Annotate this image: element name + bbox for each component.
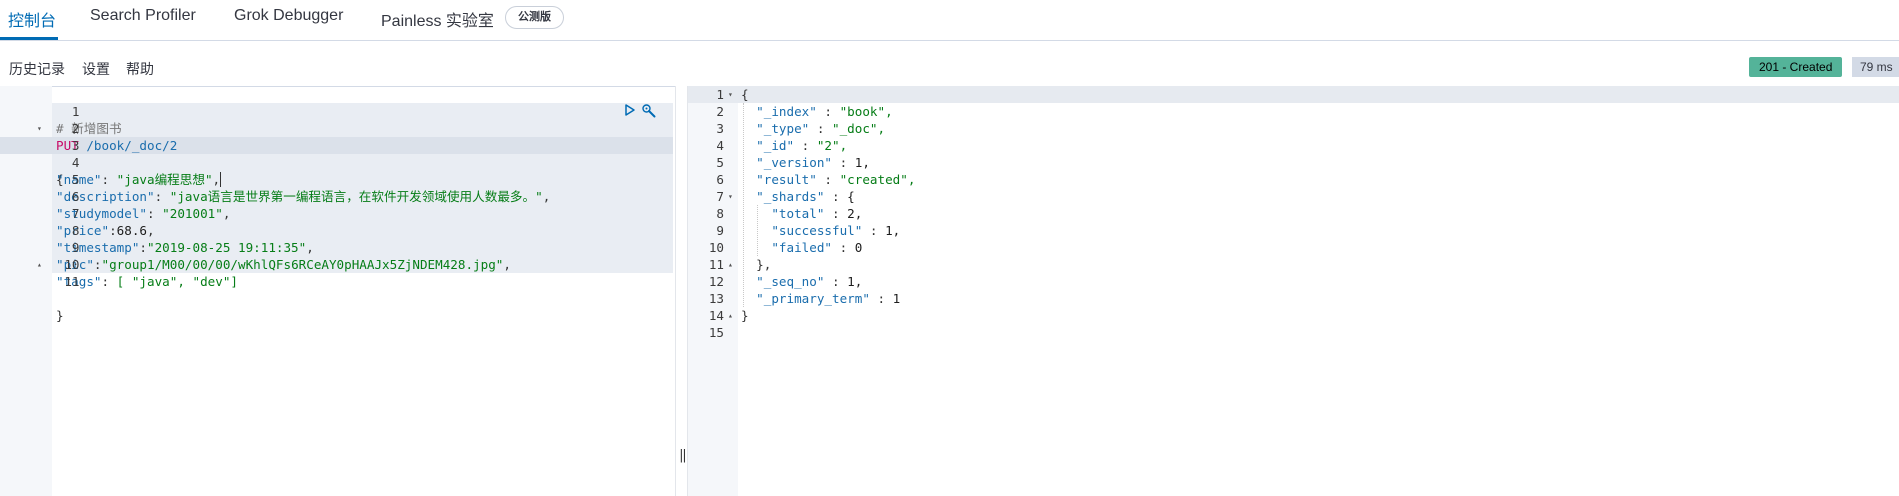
code-line: 14 ▴} bbox=[688, 307, 1899, 324]
code-line: 6 "studymodel": "201001", bbox=[0, 171, 675, 221]
code-line: 4 "_id" : "2", bbox=[688, 137, 1899, 154]
response-line: "failed" : 0 bbox=[771, 240, 863, 255]
line-number: 1 bbox=[716, 87, 724, 102]
line-number: 5 bbox=[716, 155, 724, 170]
line-number: 7 bbox=[716, 189, 724, 204]
line-number: 10 bbox=[708, 240, 724, 255]
help-link[interactable]: 帮助 bbox=[126, 59, 154, 79]
response-viewer[interactable]: 1 ▾{2 "_index" : "book", 3 "_type" : "_doc… bbox=[688, 86, 1899, 496]
fold-toggle-icon[interactable]: ▴ bbox=[728, 307, 733, 324]
code-line: 6 "result" : "created", bbox=[688, 171, 1899, 188]
tab-search-profiler[interactable]: Search Profiler bbox=[90, 7, 196, 25]
response-time-badge: 79 ms bbox=[1852, 57, 1899, 77]
code-line: 8 "total" : 2, bbox=[688, 205, 1899, 222]
field-value: [ "java", "dev"] bbox=[116, 274, 238, 289]
code-line: 11 ▴ }, bbox=[688, 256, 1899, 273]
response-line: "_seq_no" : 1, bbox=[756, 274, 863, 289]
code-line: 13 "_primary_term" : 1 bbox=[688, 290, 1899, 307]
code-line: 8 "timestamp":"2019-08-25 19:11:35", bbox=[0, 205, 675, 255]
code-line: 3 "_type" : "_doc", bbox=[688, 120, 1899, 137]
fold-toggle-icon[interactable]: ▴ bbox=[728, 256, 733, 273]
code-line: 7 ▾ "_shards" : { bbox=[688, 188, 1899, 205]
line-number: 15 bbox=[708, 325, 724, 340]
request-editor[interactable]: 1 # 新增图书 2 PUT /book/_doc/2 3 ▾ { 4 "nam… bbox=[0, 86, 675, 496]
wrench-icon[interactable] bbox=[641, 103, 657, 119]
body-close-brace: } bbox=[56, 308, 64, 323]
code-line: 9 "successful" : 1, bbox=[688, 222, 1899, 239]
tab-grok-debugger[interactable]: Grok Debugger bbox=[234, 7, 343, 25]
fold-toggle-icon[interactable]: ▴ bbox=[37, 256, 42, 273]
line-number: 4 bbox=[716, 138, 724, 153]
code-line: 7 "price":68.6, bbox=[0, 188, 675, 238]
response-line: "_index" : "book", bbox=[756, 104, 893, 119]
play-icon[interactable] bbox=[623, 103, 639, 119]
line-number: 8 bbox=[716, 206, 724, 221]
line-number: 14 bbox=[708, 308, 724, 323]
line-number: 11 bbox=[708, 257, 724, 272]
code-line: 10 "tags": [ "java", "dev"] bbox=[0, 239, 675, 289]
code-line: 5 "_version" : 1, bbox=[688, 154, 1899, 171]
code-line: 5 "description": "java语言是世界第一编程语言，在软件开发领… bbox=[0, 154, 675, 204]
line-number: 11 bbox=[64, 274, 80, 289]
code-line: 9 "pic":"group1/M00/00/00/wKhlQFs6RCeAY0… bbox=[0, 222, 675, 272]
response-line: "_primary_term" : 1 bbox=[756, 291, 901, 306]
fold-toggle-icon[interactable]: ▾ bbox=[728, 86, 733, 103]
request-code[interactable]: 1 # 新增图书 2 PUT /book/_doc/2 3 ▾ { 4 "nam… bbox=[0, 86, 675, 496]
code-line: 4 "name": "java编程思想",​ bbox=[0, 137, 675, 187]
panel-splitter[interactable]: ‖ bbox=[675, 86, 688, 496]
vertical-resize-handle[interactable]: ‖ bbox=[679, 448, 687, 463]
response-line: "_id" : "2", bbox=[756, 138, 848, 153]
beta-badge: 公测版 bbox=[505, 6, 564, 29]
tab-console[interactable]: 控制台 bbox=[8, 7, 56, 31]
response-line: "_shards" : { bbox=[756, 189, 855, 204]
response-line: }, bbox=[741, 257, 772, 272]
code-line: 2 "_index" : "book", bbox=[688, 103, 1899, 120]
response-status-badge: 201 - Created bbox=[1749, 57, 1843, 77]
code-line: 15 bbox=[688, 324, 1899, 341]
fold-toggle-icon[interactable]: ▾ bbox=[37, 120, 42, 137]
response-line: "successful" : 1, bbox=[771, 223, 901, 238]
active-tab-indicator bbox=[0, 37, 58, 40]
app-tabs: 控制台 Search Profiler Grok Debugger Painle… bbox=[0, 0, 1899, 41]
response-code[interactable]: 1 ▾{2 "_index" : "book", 3 "_type" : "_doc… bbox=[688, 86, 1899, 496]
line-number: 2 bbox=[716, 104, 724, 119]
response-line: "result" : "created", bbox=[756, 172, 916, 187]
code-line: 10 "failed" : 0 bbox=[688, 239, 1899, 256]
tab-painless-lab[interactable]: Painless 实验室 bbox=[381, 7, 494, 31]
response-line: "total" : 2, bbox=[771, 206, 863, 221]
response-line: "_type" : "_doc", bbox=[756, 121, 886, 136]
console-toolbar: 历史记录 设置 帮助 bbox=[0, 41, 1899, 87]
code-line: 1 ▾ { bbox=[688, 86, 1899, 103]
code-line: 11 ▴ } bbox=[0, 256, 675, 323]
response-line: } bbox=[741, 308, 749, 323]
line-number: 13 bbox=[708, 291, 724, 306]
response-line: { bbox=[741, 87, 749, 102]
code-line: 12 "_seq_no" : 1, bbox=[688, 273, 1899, 290]
history-link[interactable]: 历史记录 bbox=[9, 59, 65, 79]
line-number: 6 bbox=[716, 172, 724, 187]
code-line: 1 # 新增图书 bbox=[0, 86, 675, 136]
settings-link[interactable]: 设置 bbox=[82, 59, 110, 79]
line-number: 12 bbox=[708, 274, 724, 289]
response-line: "_version" : 1, bbox=[756, 155, 870, 170]
fold-toggle-icon[interactable]: ▾ bbox=[728, 188, 733, 205]
code-line: 3 ▾ { bbox=[0, 120, 675, 187]
line-number: 3 bbox=[716, 121, 724, 136]
code-line: 2 PUT /book/_doc/2 bbox=[0, 103, 675, 153]
line-number: 9 bbox=[716, 223, 724, 238]
